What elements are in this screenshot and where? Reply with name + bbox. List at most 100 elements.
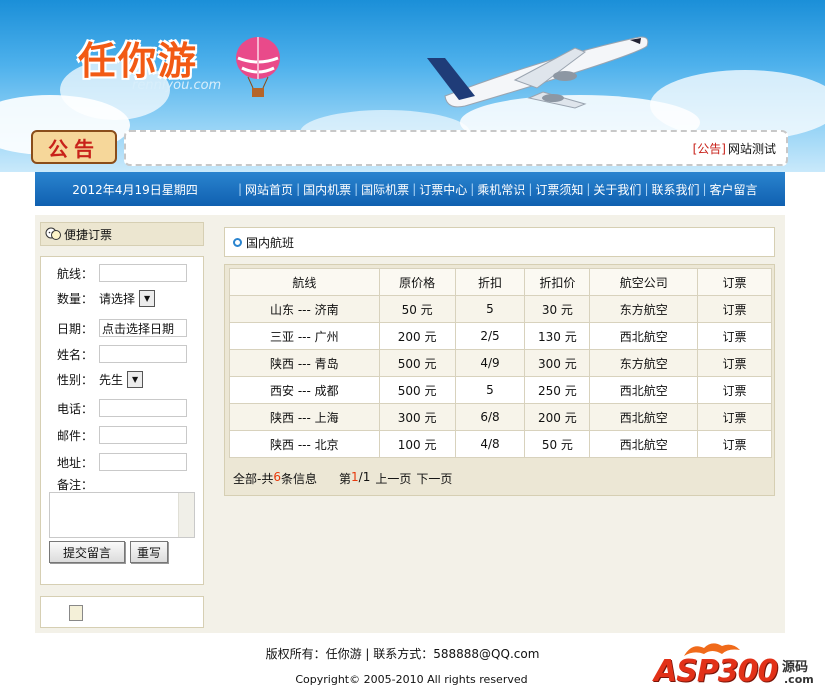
original-price-cell: 100 元 xyxy=(378,430,456,458)
nav-item-booking-notes[interactable]: 订票须知 xyxy=(535,181,583,198)
airline-cell: 西北航空 xyxy=(589,430,699,458)
notice-marquee: [公告] 网站测试 xyxy=(124,130,788,166)
col-discount: 折扣 xyxy=(454,268,526,296)
submit-button[interactable]: 提交留言 xyxy=(49,541,125,563)
original-price-cell: 500 元 xyxy=(378,349,456,377)
date-input[interactable] xyxy=(99,319,187,337)
note-row: 备注： xyxy=(57,476,99,493)
site-logo[interactable]: 任你游 xyxy=(78,30,198,85)
address-input[interactable] xyxy=(99,453,187,471)
table-row: 西安 --- 成都 500 元 5 250 元 西北航空 订票 xyxy=(229,376,772,404)
table-row: 三亚 --- 广州 200 元 2/5 130 元 西北航空 订票 xyxy=(229,322,772,350)
chat-people-icon xyxy=(45,227,61,240)
page-total: /1 xyxy=(358,470,371,484)
discount-cell: 6/8 xyxy=(454,403,526,431)
name-label: 姓名： xyxy=(57,347,94,362)
airline-cell: 东方航空 xyxy=(589,349,699,377)
chevron-down-icon[interactable]: ▼ xyxy=(139,290,156,307)
airline-cell: 东方航空 xyxy=(589,295,699,323)
discount-cell: 4/9 xyxy=(454,349,526,377)
nav-item-travel-tips[interactable]: 乘机常识 xyxy=(477,181,525,198)
table-row: 山东 --- 济南 50 元 5 30 元 东方航空 订票 xyxy=(229,295,772,323)
note-textarea[interactable] xyxy=(49,492,195,538)
quick-booking-form: 航线： 数量： 请选择 ▼ 日期： 姓名： 性别： 先生 ▼ 电话： xyxy=(40,256,204,585)
notice-tag: [公告] xyxy=(692,141,726,156)
reset-button[interactable]: 重写 xyxy=(130,541,168,563)
book-link[interactable]: 订票 xyxy=(697,295,772,323)
discount-cell: 5 xyxy=(454,295,526,323)
notice-label: 公告 xyxy=(31,130,117,164)
route-cell: 陕西 --- 上海 xyxy=(229,403,380,431)
table-row: 陕西 --- 青岛 500 元 4/9 300 元 东方航空 订票 xyxy=(229,349,772,377)
airline-cell: 西北航空 xyxy=(589,376,699,404)
page-current: 1 xyxy=(351,470,359,484)
qty-row: 数量： 请选择 ▼ xyxy=(57,290,156,307)
discount-price-cell: 50 元 xyxy=(524,430,591,458)
total-count: 6 xyxy=(273,470,281,484)
prev-page-link[interactable]: 上一页 xyxy=(375,470,411,487)
original-price-cell: 50 元 xyxy=(378,295,456,323)
book-link[interactable]: 订票 xyxy=(697,403,772,431)
site-domain: renniyou.com xyxy=(132,78,222,93)
discount-cell: 5 xyxy=(454,376,526,404)
phone-input[interactable] xyxy=(99,399,187,417)
nav-items: | 网站首页 | 国内机票 | 国际机票 | 订票中心 | 乘机常识 | 订票须知 | 关于我… xyxy=(238,181,758,198)
chevron-down-icon[interactable]: ▼ xyxy=(127,371,144,388)
circle-bullet-icon xyxy=(233,237,242,247)
nav-item-contact[interactable]: 联系我们 xyxy=(651,181,699,198)
discount-price-cell: 30 元 xyxy=(524,295,591,323)
address-row: 地址： xyxy=(57,453,187,471)
discount-price-cell: 130 元 xyxy=(524,322,591,350)
route-input[interactable] xyxy=(99,264,187,282)
discount-price-cell: 200 元 xyxy=(524,403,591,431)
hot-air-balloon-icon xyxy=(236,37,280,97)
nav-item-international[interactable]: 国际机票 xyxy=(361,181,409,198)
name-input[interactable] xyxy=(99,345,187,363)
nav-item-guestbook[interactable]: 客户留言 xyxy=(710,181,758,198)
book-link[interactable]: 订票 xyxy=(697,430,772,458)
nav-item-domestic[interactable]: 国内机票 xyxy=(303,181,351,198)
domestic-flights-header: 国内航班 xyxy=(224,227,775,257)
book-link[interactable]: 订票 xyxy=(697,349,772,377)
col-original-price: 原价格 xyxy=(378,268,456,296)
route-label: 航线： xyxy=(57,266,94,281)
original-price-cell: 500 元 xyxy=(378,376,456,404)
col-book: 订票 xyxy=(697,268,772,296)
col-discount-price: 折扣价 xyxy=(524,268,591,296)
col-airline: 航空公司 xyxy=(589,268,699,296)
page-prefix: 第 xyxy=(339,472,352,486)
email-row: 邮件： xyxy=(57,426,187,444)
nav-item-booking-center[interactable]: 订票中心 xyxy=(419,181,467,198)
table-header-row: 航线 原价格 折扣 折扣价 航空公司 订票 xyxy=(229,268,772,296)
discount-cell: 2/5 xyxy=(454,322,526,350)
total-suffix: 条信息 xyxy=(280,472,317,486)
next-page-link[interactable]: 下一页 xyxy=(416,470,452,487)
email-input[interactable] xyxy=(99,426,187,444)
nav-item-home[interactable]: 网站首页 xyxy=(245,181,293,198)
table-row: 陕西 --- 上海 300 元 6/8 200 元 西北航空 订票 xyxy=(229,403,772,431)
notice-text-link[interactable]: 网站测试 xyxy=(728,140,776,157)
domestic-flights-title: 国内航班 xyxy=(246,235,295,250)
current-date: 2012年4月19日星期四 xyxy=(72,182,198,197)
flights-panel: 航线 原价格 折扣 折扣价 航空公司 订票 山东 --- 济南 50 元 5 3… xyxy=(224,264,775,496)
pagination: 全部-共 6 条信息 第 1 /1 上一页 下一页 xyxy=(233,470,452,487)
route-row: 航线： xyxy=(57,264,187,282)
gender-select[interactable]: 先生 ▼ xyxy=(99,371,144,388)
flights-table: 航线 原价格 折扣 折扣价 航空公司 订票 山东 --- 济南 50 元 5 3… xyxy=(229,268,772,458)
gender-select-value: 先生 xyxy=(99,373,124,387)
book-link[interactable]: 订票 xyxy=(697,322,772,350)
qty-select[interactable]: 请选择 ▼ xyxy=(99,290,156,307)
content-area: 便捷订票 航线： 数量： 请选择 ▼ 日期： 姓名： 性别： 先生 ▼ xyxy=(35,215,785,633)
total-prefix: 全部-共 xyxy=(233,472,274,486)
date-row: 日期： xyxy=(57,319,187,337)
watermark-com-text: .com xyxy=(784,673,814,686)
address-label: 地址： xyxy=(57,455,94,470)
book-link[interactable]: 订票 xyxy=(697,376,772,404)
nav-item-about[interactable]: 关于我们 xyxy=(593,181,641,198)
quick-booking-header: 便捷订票 xyxy=(40,222,204,246)
discount-price-cell: 250 元 xyxy=(524,376,591,404)
header-banner: 任你游 renniyou.com 公告 [公告] 网站测试 xyxy=(0,0,825,172)
textarea-scrollbar[interactable] xyxy=(178,493,194,537)
original-price-cell: 200 元 xyxy=(378,322,456,350)
note-label: 备注： xyxy=(57,478,94,492)
